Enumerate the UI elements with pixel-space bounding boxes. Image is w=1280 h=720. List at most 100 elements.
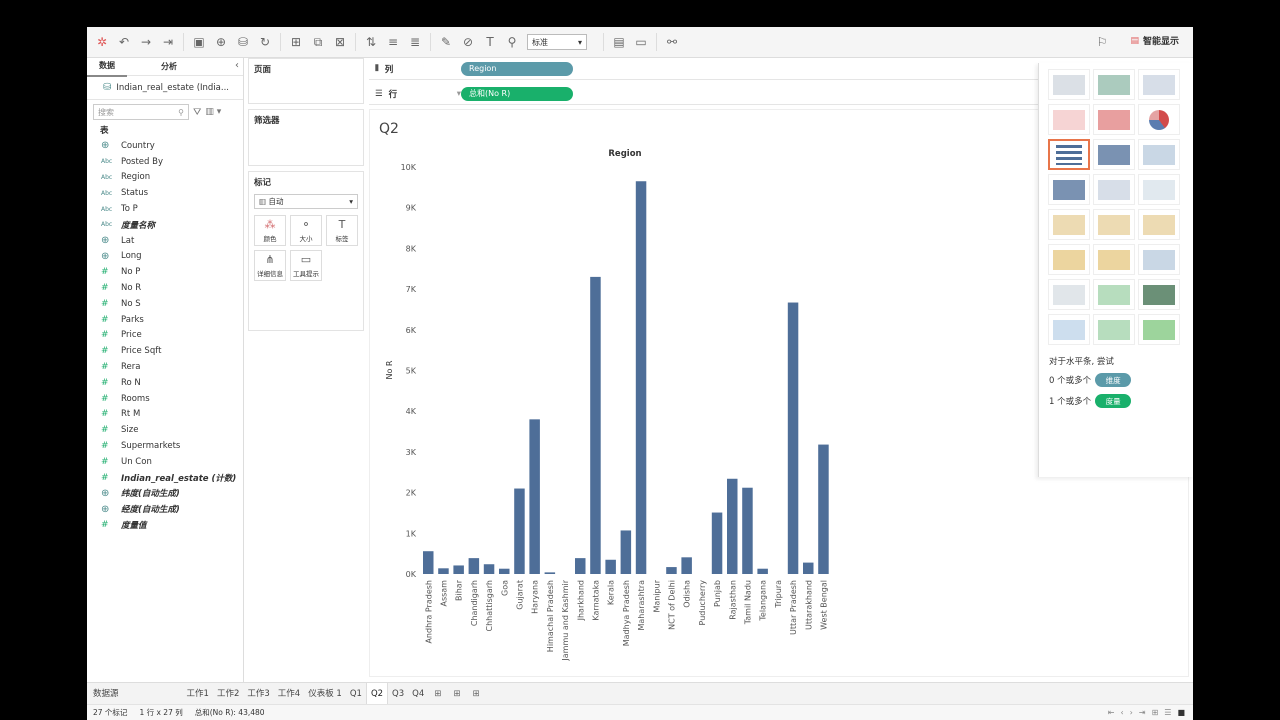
histogram-icon[interactable]	[1093, 279, 1135, 310]
field-item[interactable]: # Size	[87, 422, 243, 438]
sheet-tab[interactable]: 工作2	[213, 683, 243, 705]
filter-icon[interactable]: ⛛	[193, 107, 201, 118]
field-item[interactable]: Abc 度量名称	[87, 217, 243, 233]
detail-button[interactable]: ⋔ 详细信息	[254, 250, 286, 281]
field-item[interactable]: # No S	[87, 296, 243, 312]
redo-icon[interactable]: →	[135, 31, 157, 53]
tab-analysis[interactable]: 分析	[149, 58, 189, 76]
area-discrete-icon[interactable]	[1093, 244, 1135, 275]
filters-card[interactable]: 筛选器	[248, 109, 364, 166]
fit-select[interactable]: 标准 ▾	[527, 34, 587, 50]
search-input[interactable]: 搜索 ⚲	[93, 104, 189, 120]
gantt-icon[interactable]	[1048, 314, 1090, 345]
last-page-icon[interactable]: ⇥	[1139, 708, 1146, 717]
sheet-tab[interactable]: 仪表板 1	[304, 683, 346, 705]
field-item[interactable]: # Rera	[87, 359, 243, 375]
field-item[interactable]: # Parks	[87, 312, 243, 328]
field-item[interactable]: # Supermarkets	[87, 438, 243, 454]
marks-type-select[interactable]: ▥ 自动 ▾	[254, 194, 358, 209]
refresh-icon[interactable]: ↻	[254, 31, 276, 53]
symbol-map-icon[interactable]	[1048, 104, 1090, 135]
presentation-icon[interactable]: ▭	[630, 31, 652, 53]
new-sheet-icon[interactable]: ⊞	[285, 31, 307, 53]
field-item[interactable]: ⊕ Long	[87, 249, 243, 265]
columns-shelf[interactable]: ⦀ 列 Region	[369, 58, 1039, 80]
field-item[interactable]: ⊕ Lat	[87, 233, 243, 249]
field-item[interactable]: # Un Con	[87, 454, 243, 470]
pages-card[interactable]: 页面	[248, 58, 364, 104]
swap-icon[interactable]: ⇅	[360, 31, 382, 53]
circle-views-icon[interactable]	[1093, 174, 1135, 205]
size-button[interactable]: ⚬ 大小	[290, 215, 322, 246]
collapse-pane-icon[interactable]: ‹	[235, 60, 239, 71]
field-item[interactable]: Abc Status	[87, 185, 243, 201]
sheet-tab[interactable]: Q4	[408, 683, 428, 705]
sheet-tab[interactable]: 工作1	[183, 683, 213, 705]
pin-icon[interactable]: ⚲	[501, 31, 523, 53]
new-dashboard-tab-icon[interactable]: ⊞	[447, 683, 466, 705]
duplicate-sheet-icon[interactable]: ⧉	[307, 31, 329, 53]
pie-chart-icon[interactable]	[1138, 104, 1180, 135]
field-item[interactable]: ⊕ Country	[87, 138, 243, 154]
field-item[interactable]: # Ro N	[87, 375, 243, 391]
field-item[interactable]: # Indian_real_estate (计数)	[87, 470, 243, 486]
field-item[interactable]: # 度量值	[87, 517, 243, 533]
text-table-icon[interactable]	[1048, 69, 1090, 100]
stacked-bars-icon[interactable]	[1093, 139, 1135, 170]
discrete-lines-icon[interactable]	[1093, 209, 1135, 240]
tab-data[interactable]: 数据	[87, 57, 127, 77]
undo-icon[interactable]: ↶	[113, 31, 135, 53]
scatter-plot-icon[interactable]	[1048, 279, 1090, 310]
field-item[interactable]: ⊕ 纬度(自动生成)	[87, 486, 243, 502]
group-icon[interactable]: ⊘	[457, 31, 479, 53]
heat-map-icon[interactable]	[1093, 69, 1135, 100]
filmstrip-icon[interactable]: ■	[1177, 708, 1185, 717]
packed-bubbles-icon[interactable]	[1138, 314, 1180, 345]
new-datasource-icon[interactable]: ⊕	[210, 31, 232, 53]
field-item[interactable]: # Price Sqft	[87, 343, 243, 359]
side-by-side-bars-icon[interactable]	[1138, 139, 1180, 170]
side-by-side-circles-icon[interactable]	[1138, 174, 1180, 205]
new-sheet-tab-icon[interactable]: ⊞	[428, 683, 447, 705]
grid-view-icon[interactable]: ⊞	[1152, 708, 1159, 717]
datasource-icon[interactable]: ⛁	[232, 31, 254, 53]
field-item[interactable]: Abc To P	[87, 201, 243, 217]
tab-datasource[interactable]: 数据源	[87, 683, 123, 705]
replay-icon[interactable]: ⇥	[157, 31, 179, 53]
clear-sheet-icon[interactable]: ⊠	[329, 31, 351, 53]
view-options-icon[interactable]: ▥ ▾	[205, 107, 221, 117]
highlight-icon[interactable]: ✎	[435, 31, 457, 53]
horizontal-bars-icon[interactable]	[1048, 139, 1090, 170]
color-button[interactable]: ⁂ 颜色	[254, 215, 286, 246]
field-item[interactable]: Abc Posted By	[87, 154, 243, 170]
filled-map-icon[interactable]	[1093, 104, 1135, 135]
new-story-tab-icon[interactable]: ⊞	[467, 683, 486, 705]
field-item[interactable]: ⊕ 经度(自动生成)	[87, 501, 243, 517]
sort-desc-icon[interactable]: ≣	[404, 31, 426, 53]
datasource-item[interactable]: ⛁ Indian_real_estate (India...	[87, 76, 243, 100]
field-item[interactable]: # Rt M	[87, 407, 243, 423]
sort-asc-icon[interactable]: ≡	[382, 31, 404, 53]
field-item[interactable]: # Price	[87, 328, 243, 344]
sum-no-r-pill[interactable]: 总和(No R)	[461, 86, 573, 101]
show-me-button[interactable]: ▤ 智能显示	[1130, 34, 1179, 48]
field-item[interactable]: # No P	[87, 264, 243, 280]
highlight-table-icon[interactable]	[1138, 69, 1180, 100]
bullet-graph-icon[interactable]	[1093, 314, 1135, 345]
label-button[interactable]: T 标签	[326, 215, 358, 246]
continuous-lines-icon[interactable]	[1048, 209, 1090, 240]
dual-lines-icon[interactable]	[1138, 209, 1180, 240]
dual-combination-icon[interactable]	[1138, 244, 1180, 275]
tooltip-button[interactable]: ▭ 工具提示	[290, 250, 322, 281]
sheet-tab[interactable]: 工作3	[243, 683, 273, 705]
field-item[interactable]: # No R	[87, 280, 243, 296]
sheet-tab[interactable]: Q2	[365, 682, 389, 705]
sheet-tab[interactable]: Q3	[388, 683, 408, 705]
field-item[interactable]: # Rooms	[87, 391, 243, 407]
pin-highlight-icon[interactable]: ⚐	[1091, 31, 1113, 53]
region-pill[interactable]: Region	[461, 61, 573, 76]
area-continuous-icon[interactable]	[1048, 244, 1090, 275]
field-item[interactable]: Abc Region	[87, 170, 243, 186]
box-plot-icon[interactable]	[1138, 279, 1180, 310]
show-cards-icon[interactable]: ▤	[608, 31, 630, 53]
